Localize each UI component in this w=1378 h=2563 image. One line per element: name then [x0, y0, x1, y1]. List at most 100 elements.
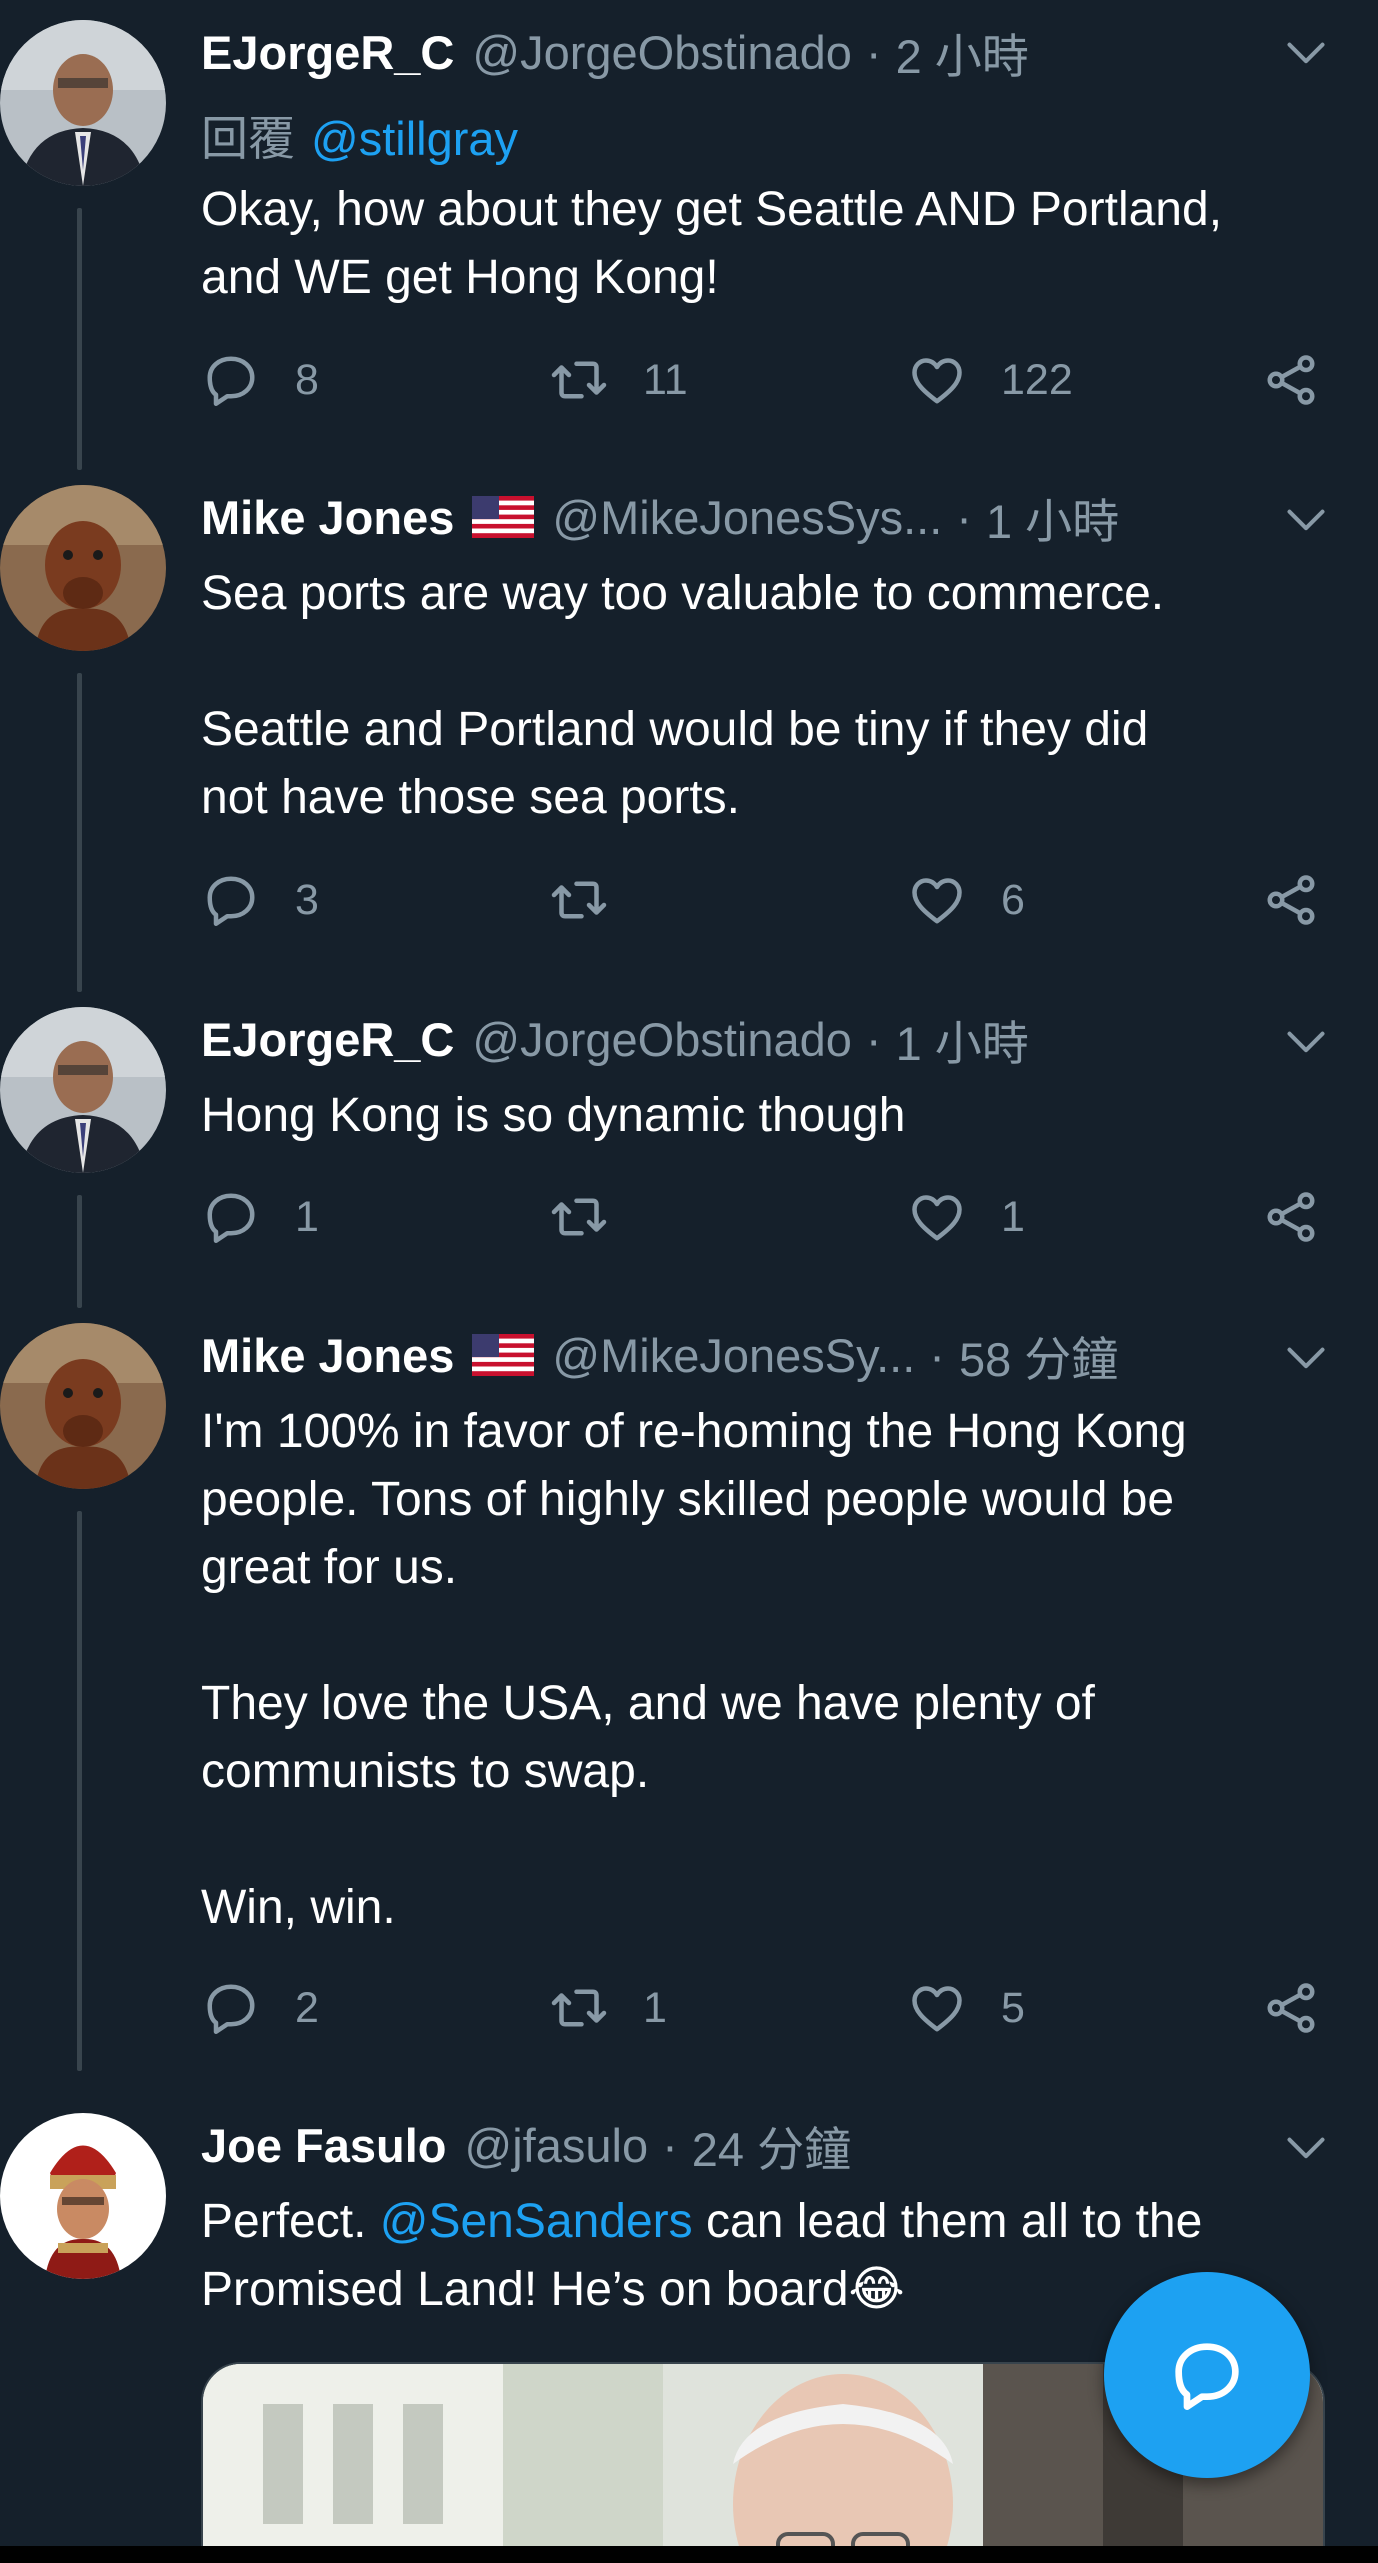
reply-count: 2: [295, 1983, 319, 2032]
retweet-icon: [551, 1989, 607, 2027]
display-name[interactable]: EJorgeR_C: [201, 1012, 454, 1067]
reply-count: 8: [295, 355, 319, 404]
chevron-down-icon[interactable]: [1284, 1019, 1328, 1063]
retweet-icon: [551, 881, 607, 919]
share-button[interactable]: [1261, 1182, 1321, 1252]
tweet-2[interactable]: Mike Jones @MikeJonesSys... · 1 小時 Sea p…: [0, 470, 1378, 992]
timestamp[interactable]: 1 小時: [986, 483, 1119, 552]
reply-button[interactable]: 3: [201, 865, 319, 935]
us-flag-icon: [472, 1334, 535, 1376]
reply-icon: [207, 356, 255, 406]
like-icon: [912, 1195, 962, 1241]
reply-icon: [207, 876, 255, 926]
like-icon: [912, 1986, 962, 2032]
timestamp[interactable]: 1 小時: [896, 1005, 1029, 1074]
retweet-button[interactable]: 1: [549, 1973, 667, 2043]
retweet-button[interactable]: [549, 865, 643, 935]
avatar[interactable]: [0, 1007, 166, 1173]
timestamp[interactable]: 24 分鐘: [692, 2111, 851, 2180]
avatar[interactable]: [0, 485, 166, 651]
avatar[interactable]: [0, 20, 166, 186]
reply-button[interactable]: 2: [201, 1973, 319, 2043]
display-name[interactable]: Mike Jones: [201, 490, 454, 545]
user-handle[interactable]: @JorgeObstinado: [472, 25, 852, 80]
chevron-down-icon[interactable]: [1284, 1335, 1328, 1379]
timestamp[interactable]: 58 分鐘: [959, 1321, 1118, 1390]
share-icon: [1267, 1192, 1315, 1242]
share-icon: [1267, 1983, 1315, 2033]
tweet-actions: 1 1: [201, 1182, 1331, 1252]
compose-reply-icon: [1175, 2343, 1239, 2410]
replying-to: 回覆 @stillgray: [201, 100, 518, 169]
retweet-button[interactable]: 11: [549, 345, 688, 415]
separator-dot: ·: [929, 1328, 945, 1382]
like-count: 122: [1001, 355, 1073, 404]
thread-line: [77, 673, 82, 992]
user-handle[interactable]: @MikeJonesSy...: [552, 1328, 915, 1383]
avatar[interactable]: [0, 2113, 166, 2279]
chevron-down-icon[interactable]: [1284, 2125, 1328, 2169]
retweet-icon: [551, 361, 607, 399]
like-button[interactable]: 122: [907, 345, 1073, 415]
tweet-header: EJorgeR_C @JorgeObstinado · 2 小時: [201, 22, 1318, 83]
tweet-text: I'm 100% in favor of re-homing the Hong …: [201, 1405, 1187, 1934]
user-handle[interactable]: @MikeJonesSys...: [552, 490, 942, 545]
display-name[interactable]: EJorgeR_C: [201, 25, 454, 80]
tweet-1[interactable]: EJorgeR_C @JorgeObstinado · 2 小時 回覆 @stil…: [0, 0, 1378, 470]
tweet-text: Sea ports are way too valuable to commer…: [201, 567, 1165, 824]
bottom-edge: [0, 2546, 1378, 2563]
display-name[interactable]: Joe Fasulo: [201, 2118, 447, 2173]
compose-reply-button[interactable]: [1104, 2272, 1310, 2478]
tweet-header: Joe Fasulo @jfasulo · 24 分鐘: [201, 2115, 1318, 2176]
chevron-down-icon[interactable]: [1284, 497, 1328, 541]
like-count: 5: [1001, 1983, 1025, 2032]
mention-link[interactable]: @stillgray: [311, 112, 518, 165]
tweet-3[interactable]: EJorgeR_C @JorgeObstinado · 1 小時 Hong Ko…: [0, 992, 1378, 1308]
like-button[interactable]: 5: [907, 1973, 1025, 2043]
separator-dot: ·: [865, 1012, 882, 1066]
mention-link[interactable]: @SenSanders: [380, 2195, 693, 2248]
timestamp[interactable]: 2 小時: [896, 18, 1029, 87]
share-icon: [1267, 355, 1315, 405]
reply-icon: [207, 1984, 255, 2034]
share-button[interactable]: [1261, 1973, 1321, 2043]
like-icon: [912, 878, 962, 924]
user-handle[interactable]: @jfasulo: [465, 2118, 649, 2173]
tweet-header: EJorgeR_C @JorgeObstinado · 1 小時: [201, 1009, 1318, 1070]
display-name[interactable]: Mike Jones: [201, 1328, 454, 1383]
share-button[interactable]: [1261, 345, 1321, 415]
us-flag-icon: [472, 496, 535, 538]
tweet-thread: EJorgeR_C @JorgeObstinado · 2 小時 回覆 @stil…: [0, 0, 1378, 2563]
thread-line: [77, 1195, 82, 1308]
reply-icon: [207, 1193, 255, 1243]
thread-line: [77, 208, 82, 470]
tweet-text-start: Perfect.: [201, 2195, 380, 2248]
retweet-count: 11: [643, 355, 688, 404]
like-icon: [912, 358, 962, 404]
tweet-text: Okay, how about they get Seattle AND Por…: [201, 183, 1223, 304]
share-icon: [1267, 875, 1315, 925]
like-button[interactable]: 6: [907, 865, 1025, 935]
tweet-header: Mike Jones @MikeJonesSy... · 58 分鐘: [201, 1325, 1318, 1386]
retweet-button[interactable]: [549, 1182, 643, 1252]
chevron-down-icon[interactable]: [1284, 30, 1328, 74]
separator-dot: ·: [865, 25, 882, 79]
like-button[interactable]: 1: [907, 1182, 1025, 1252]
share-button[interactable]: [1261, 865, 1321, 935]
thread-line: [77, 1511, 82, 2071]
reply-button[interactable]: 8: [201, 345, 319, 415]
tweet-actions: 8 11 122: [201, 345, 1331, 415]
reply-button[interactable]: 1: [201, 1182, 319, 1252]
retweet-icon: [551, 1198, 607, 1236]
reply-count: 3: [295, 875, 319, 924]
tweet-actions: 2 1 5: [201, 1973, 1331, 2043]
separator-dot: ·: [662, 2118, 678, 2172]
tweet-text: Hong Kong is so dynamic though: [201, 1089, 906, 1142]
user-handle[interactable]: @JorgeObstinado: [472, 1012, 852, 1067]
avatar[interactable]: [0, 1323, 166, 1489]
like-count: 6: [1001, 875, 1025, 924]
retweet-count: 1: [643, 1983, 667, 2032]
tweet-4[interactable]: Mike Jones @MikeJonesSy... · 58 分鐘 I'm 1…: [0, 1308, 1378, 2098]
separator-dot: ·: [956, 490, 972, 544]
tweet-actions: 3 6: [201, 865, 1331, 935]
